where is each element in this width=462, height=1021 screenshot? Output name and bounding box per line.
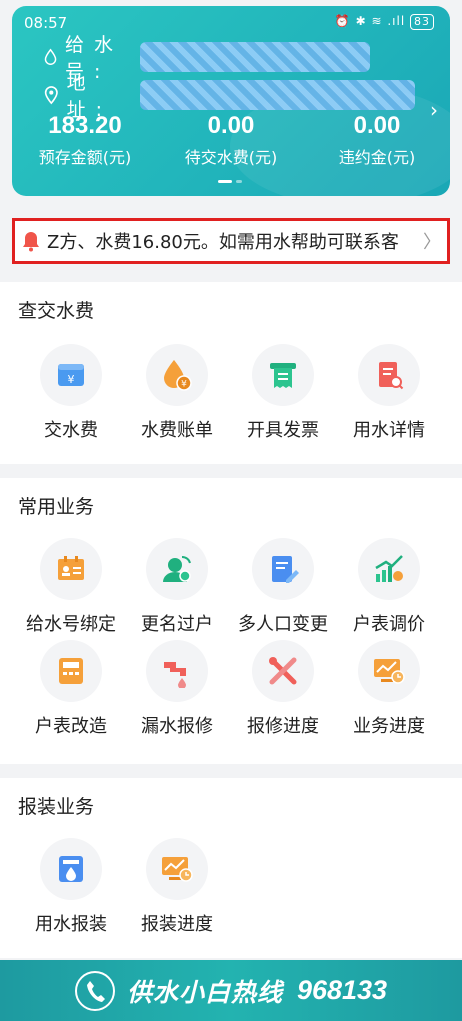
payment-icon: ¥: [58, 364, 84, 386]
leak-icon: [164, 662, 186, 688]
notice-text: Z方、水费16.80元。如需用水帮助可联系客: [47, 232, 399, 253]
water-drop-icon: [44, 48, 57, 65]
usage-detail-icon: [379, 362, 404, 390]
service-grid: 用水报装 报装进度: [0, 838, 462, 936]
bind-icon: [58, 556, 84, 580]
service-invoice[interactable]: 开具发票: [230, 344, 336, 442]
install-icon: [59, 856, 83, 882]
service-grid-row-2: 户表改造 漏水报修 报修进度 业务进度: [0, 640, 462, 738]
service-repair-progress[interactable]: 报修进度: [230, 640, 336, 738]
service-install-progress[interactable]: 报装进度: [124, 838, 230, 936]
carousel-indicator: [218, 180, 242, 183]
system-status-icons: ⏰ ✱ ≋ .ıll: [334, 14, 406, 28]
svg-text:¥: ¥: [68, 373, 75, 386]
service-water-bill[interactable]: ¥ 水费账单: [124, 344, 230, 442]
bill-icon: ¥: [164, 360, 192, 391]
address-value-redacted: [140, 80, 415, 110]
service-meter-renovation[interactable]: 户表改造: [18, 640, 124, 738]
section-title: 查交水费: [18, 300, 95, 322]
hotline-text: 供水小白热线: [126, 977, 283, 1007]
notice-bar[interactable]: Z方、水费16.80元。如需用水帮助可联系客 〉: [12, 218, 450, 264]
svg-text:¥: ¥: [181, 380, 187, 390]
account-card[interactable]: 给水号: 地 址: › 183.20 预存金额(元) 0.00 待交水费(元) …: [12, 6, 450, 196]
meter-icon: [59, 658, 83, 684]
phone-icon: [74, 970, 115, 1011]
service-grid: ¥ 交水费 ¥ 水费账单 开具发票 用水详情: [0, 344, 462, 442]
service-business-progress[interactable]: 业务进度: [336, 640, 442, 738]
section-installation: 报装业务 用水报装 报装进度: [0, 778, 462, 958]
chevron-right-icon: 〉: [423, 232, 441, 253]
status-bar: 08:57 ⏰ ✱ ≋ .ıll 83: [12, 12, 450, 34]
battery-icon: 83: [410, 14, 434, 30]
service-leak-repair[interactable]: 漏水报修: [124, 640, 230, 738]
stat-penalty[interactable]: 0.00 违约金(元): [304, 112, 450, 168]
service-usage-detail[interactable]: 用水详情: [336, 344, 442, 442]
status-icons: ⏰ ✱ ≋ .ıll 83: [335, 14, 434, 30]
status-time: 08:57: [24, 14, 68, 32]
section-title: 常用业务: [18, 496, 95, 518]
section-common-services: 常用业务 给水号绑定 更名过户 多人口变更 户表调价 户表改造 漏水报修 报修进…: [0, 478, 462, 764]
service-water-install[interactable]: 用水报装: [18, 838, 124, 936]
stat-prepaid[interactable]: 183.20 预存金额(元): [12, 112, 158, 168]
service-bind-number[interactable]: 给水号绑定: [18, 538, 124, 636]
edit-icon: [272, 556, 299, 583]
service-population-change[interactable]: 多人口变更: [230, 538, 336, 636]
section-fee-payment: 查交水费 ¥ 交水费 ¥ 水费账单 开具发票 用水详情: [0, 282, 462, 464]
bell-icon: [23, 232, 39, 252]
hotline-banner[interactable]: 供水小白热线 968133: [0, 960, 462, 1021]
service-meter-price-adjust[interactable]: 户表调价: [336, 538, 442, 636]
location-pin-icon: [44, 86, 58, 105]
service-grid-row-1: 给水号绑定 更名过户 多人口变更 户表调价: [0, 538, 462, 636]
progress-icon: [374, 659, 405, 684]
balance-stats: 183.20 预存金额(元) 0.00 待交水费(元) 0.00 违约金(元): [12, 112, 450, 168]
invoice-icon: [270, 363, 296, 388]
section-title: 报装业务: [18, 796, 95, 818]
price-adjust-icon: [375, 555, 403, 582]
transfer-icon: [163, 556, 191, 582]
hotline-number: 968133: [296, 975, 388, 1005]
install-progress-icon: [162, 857, 193, 882]
stat-pending-fee[interactable]: 0.00 待交水费(元): [158, 112, 304, 168]
repair-icon: [269, 657, 297, 685]
service-pay-fee[interactable]: ¥ 交水费: [18, 344, 124, 442]
service-name-transfer[interactable]: 更名过户: [124, 538, 230, 636]
